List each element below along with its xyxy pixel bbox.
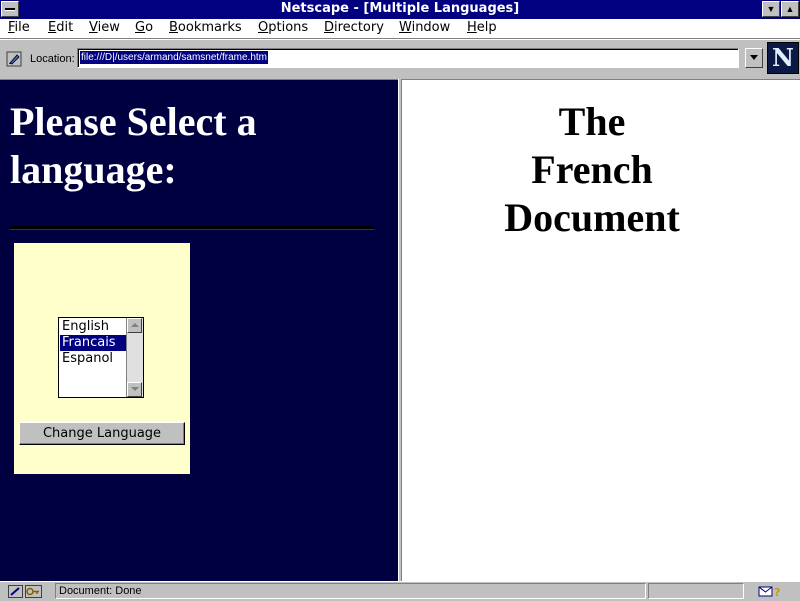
language-option-espanol[interactable]: Espanol — [60, 351, 130, 367]
right-frame: The French Document — [402, 79, 800, 581]
document-heading-line: The — [558, 99, 626, 144]
document-heading-line: French — [531, 147, 653, 192]
menu-edit[interactable]: Edit — [48, 20, 73, 35]
status-message: Document: Done — [55, 583, 646, 599]
document-heading-line: Document — [504, 195, 680, 240]
title-bar: Netscape - [Multiple Languages] ▼ ▲ — [0, 0, 800, 19]
listbox-scrollbar[interactable] — [126, 318, 143, 397]
location-bar: Location: file:///D|/users/armand/samsne… — [0, 39, 800, 78]
menu-view[interactable]: View — [89, 20, 120, 35]
scroll-down-arrow-icon[interactable] — [127, 382, 142, 397]
progress-panel — [648, 583, 744, 599]
language-form: English Francais Espanol Change Language — [14, 243, 190, 474]
language-option-english[interactable]: English — [60, 319, 130, 335]
menu-bookmarks[interactable]: Bookmarks — [169, 20, 242, 35]
menu-directory[interactable]: Directory — [324, 20, 384, 35]
maximize-button[interactable]: ▲ — [781, 1, 799, 17]
change-language-button[interactable]: Change Language — [19, 422, 185, 445]
language-prompt-heading: Please Select a language: — [10, 99, 257, 192]
location-dropdown-button[interactable] — [745, 48, 763, 68]
menu-help[interactable]: Help — [467, 20, 497, 35]
netscape-logo[interactable]: N — [767, 42, 799, 74]
security-key-icon[interactable] — [8, 585, 42, 598]
menu-window[interactable]: Window — [399, 20, 450, 35]
svg-text:?: ? — [774, 586, 780, 598]
location-input[interactable]: file:///D|/users/armand/samsnet/frame.ht… — [77, 48, 739, 68]
menu-options[interactable]: Options — [258, 20, 308, 35]
language-option-francais[interactable]: Francais — [60, 335, 130, 351]
document-heading: The French Document — [402, 98, 782, 242]
window-title: Netscape - [Multiple Languages] — [280, 1, 520, 16]
scroll-up-arrow-icon[interactable] — [127, 318, 142, 333]
bookmark-icon[interactable] — [6, 51, 22, 67]
menu-bar: File Edit View Go Bookmarks Options Dire… — [0, 19, 800, 39]
minimize-button[interactable]: ▼ — [762, 1, 780, 17]
mail-icon[interactable]: ? — [758, 585, 782, 598]
horizontal-rule — [10, 226, 374, 230]
status-bar: Document: Done ? — [0, 581, 800, 601]
menu-go[interactable]: Go — [135, 20, 153, 35]
location-label: Location: — [30, 53, 75, 65]
left-frame: Please Select a language: English Franca… — [0, 79, 398, 581]
menu-file[interactable]: File — [8, 20, 30, 35]
language-listbox[interactable]: English Francais Espanol — [58, 317, 144, 398]
location-url: file:///D|/users/armand/samsnet/frame.ht… — [80, 51, 268, 64]
